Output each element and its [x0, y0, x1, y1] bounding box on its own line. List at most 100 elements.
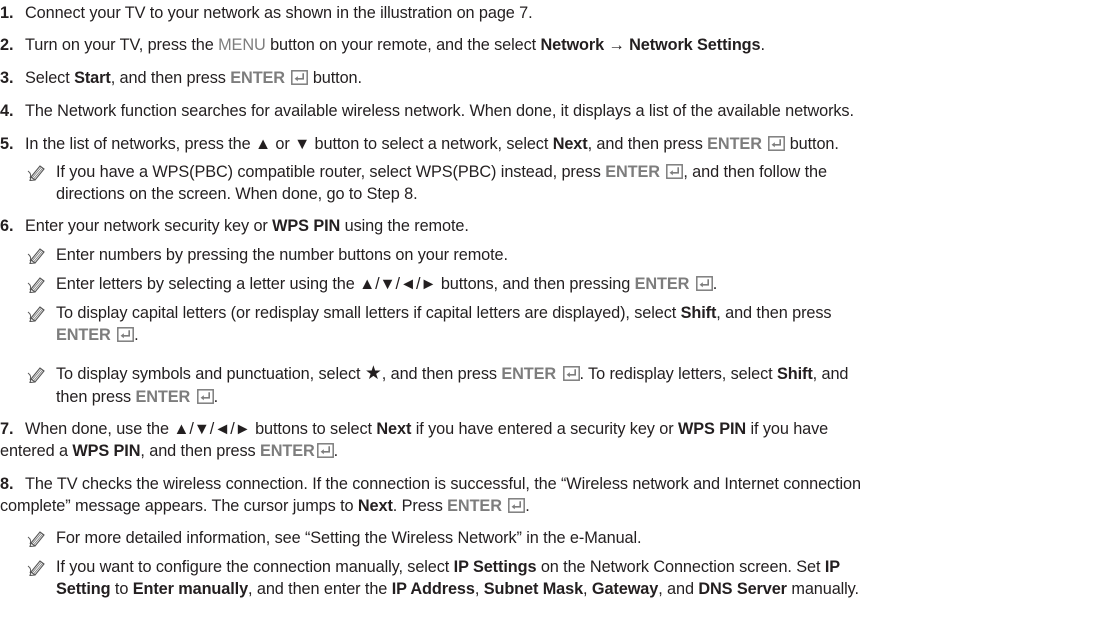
- wps-pin-label: WPS PIN: [272, 217, 341, 235]
- enter-manually-label: Enter manually: [132, 580, 249, 598]
- step-text: Select Start, and then press ENTER butto…: [25, 67, 362, 89]
- note-text: Enter numbers by pressing the number but…: [56, 246, 508, 264]
- enter-button-label: ENTER: [634, 275, 690, 293]
- pencil-note-icon: [27, 163, 49, 181]
- text-run: If you have a WPS(PBC) compatible router…: [56, 163, 606, 181]
- text-run: Turn on your TV, press the: [25, 36, 219, 54]
- enter-icon: [117, 327, 134, 342]
- note-text: For more detailed information, see “Sett…: [56, 529, 642, 547]
- step-text: Turn on your TV, press the MENU button o…: [25, 34, 765, 56]
- text-run: To display symbols and punctuation, sele…: [56, 365, 365, 383]
- enter-icon: [666, 164, 683, 179]
- wps-pin-label: WPS PIN: [72, 442, 141, 460]
- text-run: . To redisplay letters, select: [579, 365, 777, 383]
- note-text: To display symbols and punctuation, sele…: [56, 363, 848, 385]
- text-run: .: [333, 442, 339, 460]
- arrow-glyph: →: [604, 36, 630, 54]
- enter-button-label: ENTER: [707, 135, 762, 153]
- text-run: , and then press: [140, 442, 260, 460]
- pencil-note-icon: [27, 558, 49, 576]
- note-text: then press ENTER .: [56, 386, 218, 408]
- enter-icon: [197, 389, 214, 404]
- subnet-mask-label: Subnet Mask: [483, 580, 584, 598]
- enter-icon: [508, 498, 525, 513]
- step-number: 2.: [0, 36, 14, 54]
- gateway-label: Gateway: [591, 580, 659, 598]
- text-run: ,: [583, 580, 592, 598]
- enter-icon: [768, 136, 785, 151]
- text-run: , and then follow the: [683, 163, 827, 181]
- setting-label: Setting: [56, 580, 111, 598]
- enter-button-label: ENTER: [605, 163, 660, 181]
- note-text: To display capital letters (or redisplay…: [56, 302, 832, 324]
- text-run: ,: [474, 580, 484, 598]
- shift-label: Shift: [680, 304, 717, 322]
- text-run: entered a: [0, 442, 73, 460]
- note-text: ENTER .: [56, 324, 139, 346]
- next-label: Next: [376, 420, 412, 438]
- enter-button-label: ENTER: [230, 69, 285, 87]
- next-label: Next: [357, 497, 393, 515]
- step-text: Enter your network security key or WPS P…: [25, 215, 469, 237]
- text-run: , and then press: [716, 304, 832, 322]
- note-text: If you have a WPS(PBC) compatible router…: [56, 161, 827, 183]
- pencil-note-icon: [27, 304, 49, 322]
- pencil-note-icon: [27, 275, 49, 293]
- text-run: , and then enter the: [248, 580, 392, 598]
- enter-icon: [696, 276, 713, 291]
- text-run: button on your remote, and the select: [265, 36, 541, 54]
- text-run: .: [213, 388, 219, 406]
- text-run: Enter your network security key or: [25, 217, 273, 235]
- pencil-note-icon: [27, 365, 49, 383]
- step-text: entered a WPS PIN, and then press ENTER.: [0, 440, 338, 462]
- text-run: then press: [56, 388, 136, 406]
- text-run: complete” message appears. The cursor ju…: [0, 497, 358, 515]
- text-run: if you have entered a security key or: [411, 420, 678, 438]
- enter-icon: [317, 443, 334, 458]
- ip-settings-label: IP Settings: [453, 558, 537, 576]
- ip-address-label: IP Address: [391, 580, 475, 598]
- note-text: If you want to configure the connection …: [56, 556, 840, 578]
- text-run: to: [110, 580, 133, 598]
- enter-button-label: ENTER: [135, 388, 191, 406]
- enter-button-label: ENTER: [259, 442, 315, 460]
- text-run: manually.: [786, 580, 859, 598]
- text-run: on the Network Connection screen. Set: [536, 558, 825, 576]
- network-label: Network: [540, 36, 605, 54]
- text-run: button.: [785, 135, 839, 153]
- note-text: Setting to Enter manually, and then ente…: [56, 578, 859, 600]
- text-run: To display capital letters (or redisplay…: [56, 304, 681, 322]
- start-label: Start: [74, 69, 111, 87]
- menu-button-label: MENU: [218, 36, 266, 54]
- enter-icon: [291, 70, 308, 85]
- text-run: , and then press: [381, 365, 502, 383]
- wps-pin-label: WPS PIN: [677, 420, 747, 438]
- text-run: , and: [812, 365, 849, 383]
- step-number: 4.: [0, 102, 14, 120]
- step-number: 3.: [0, 69, 14, 87]
- text-run: Enter letters by selecting a letter usin…: [56, 275, 635, 293]
- note-text: directions on the screen. When done, go …: [56, 185, 418, 203]
- note-text: Enter letters by selecting a letter usin…: [56, 273, 717, 295]
- step-number: 8.: [0, 475, 14, 493]
- step-number: 5.: [0, 135, 14, 153]
- star-glyph: ★: [364, 363, 382, 384]
- text-run: if you have: [746, 420, 829, 438]
- step-number: 6.: [0, 217, 14, 235]
- text-run: , and then press: [110, 69, 231, 87]
- step-text: Connect your TV to your network as shown…: [25, 4, 533, 22]
- step-text: complete” message appears. The cursor ju…: [0, 495, 530, 517]
- text-run: using the remote.: [340, 217, 469, 235]
- step-text: When done, use the ▲/▼/◄/► buttons to se…: [25, 418, 828, 440]
- enter-button-label: ENTER: [56, 326, 111, 344]
- text-run: , and then press: [587, 135, 708, 153]
- text-run: , and: [658, 580, 699, 598]
- enter-icon: [563, 366, 580, 381]
- pencil-note-icon: [27, 246, 49, 264]
- step-text: The Network function searches for availa…: [25, 102, 854, 120]
- text-run: .: [712, 275, 718, 293]
- text-run: In the list of networks, press the ▲ or …: [25, 135, 553, 153]
- ip-label: IP: [824, 558, 841, 576]
- text-run: .: [760, 36, 765, 54]
- next-label: Next: [552, 135, 588, 153]
